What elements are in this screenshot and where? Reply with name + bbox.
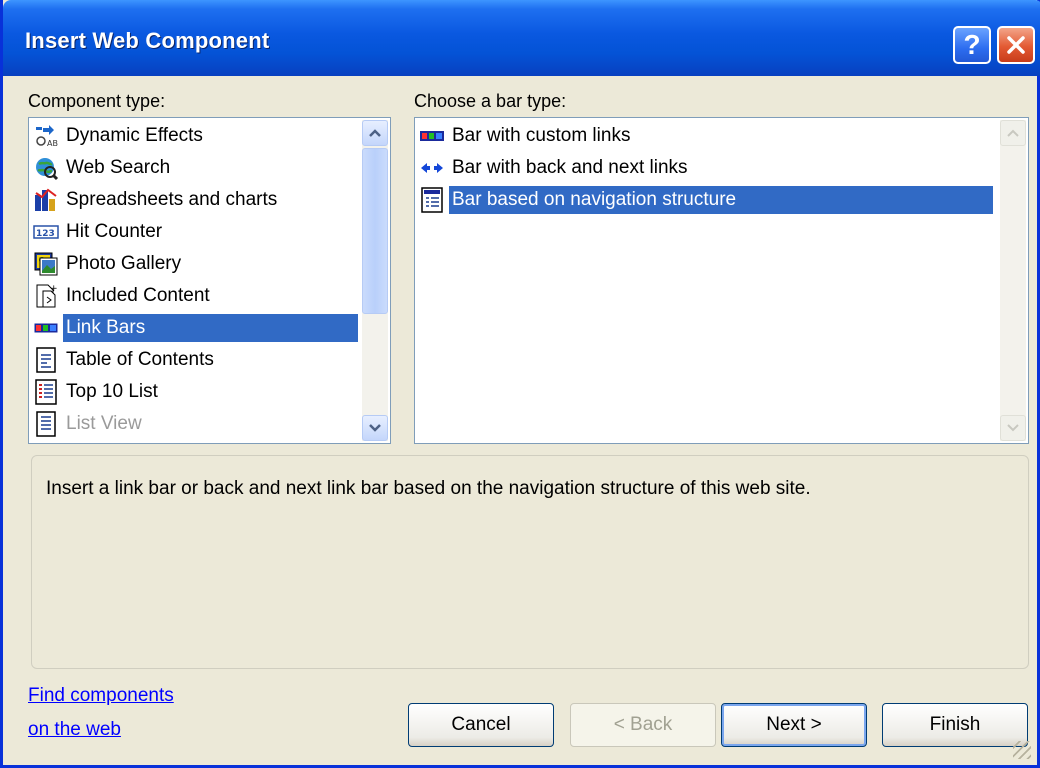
component-list-scrollbar[interactable] [362,120,388,441]
bar-type-scrollbar[interactable] [1000,120,1026,441]
description-text: Insert a link bar or back and next link … [46,478,811,499]
back-next-arrows-icon [419,155,445,181]
bar-scroll-up-button[interactable] [1000,120,1026,146]
help-icon: ? [963,29,981,60]
photo-gallery-icon [33,251,59,277]
hit-counter-icon: 123 [33,219,59,245]
list-item-web-search[interactable]: Web Search [33,154,173,182]
svg-text:+: + [50,284,58,294]
cancel-button[interactable]: Cancel [408,703,554,747]
chevron-down-icon [369,424,381,432]
link-bars-icon [33,315,59,341]
insert-web-component-dialog: Insert Web Component ? Component type: C… [0,0,1040,768]
bar-type-list[interactable]: Bar with custom links Bar with back and … [414,117,1029,444]
list-item-navigation-structure[interactable]: Bar based on navigation structure [419,186,993,214]
close-button[interactable] [997,26,1035,64]
finish-button[interactable]: Finish [882,703,1028,747]
list-item-list-view[interactable]: List View [33,410,145,438]
component-type-list[interactable]: AB Dynamic Effects Web Search Spreadshee… [28,117,391,444]
description-panel: Insert a link bar or back and next link … [31,455,1029,669]
dialog-title: Insert Web Component [25,28,270,53]
find-components-link[interactable]: Find components [28,685,174,707]
list-item-top-10-list[interactable]: Top 10 List [33,378,161,406]
bar-type-label: Choose a bar type: [414,91,567,111]
title-bar[interactable]: Insert Web Component ? [3,0,1040,76]
list-item-hit-counter[interactable]: 123 Hit Counter [33,218,165,246]
list-item-table-of-contents[interactable]: Table of Contents [33,346,217,374]
dynamic-effects-icon: AB [33,123,59,149]
close-icon [1007,36,1025,54]
spreadsheets-icon [33,187,59,213]
svg-text:AB: AB [47,139,58,148]
resize-grip[interactable] [1013,741,1031,759]
next-button[interactable]: Next > [721,703,867,747]
included-content-icon: + [33,283,59,309]
web-search-icon [33,155,59,181]
list-item-custom-links[interactable]: Bar with custom links [419,122,633,150]
chevron-up-icon [369,129,381,137]
back-button[interactable]: < Back [570,703,716,747]
component-type-label: Component type: [28,91,166,111]
bar-scroll-down-button[interactable] [1000,415,1026,441]
table-of-contents-icon [33,347,59,373]
svg-text:123: 123 [36,229,55,239]
scroll-down-button[interactable] [362,415,388,441]
list-item-photo-gallery[interactable]: Photo Gallery [33,250,184,278]
custom-links-bar-icon [419,123,445,149]
list-view-icon [33,411,59,437]
list-item-back-next-links[interactable]: Bar with back and next links [419,154,691,182]
help-button[interactable]: ? [953,26,991,64]
scroll-thumb[interactable] [362,148,388,314]
top-10-list-icon [33,379,59,405]
scroll-up-button[interactable] [362,120,388,146]
list-item-link-bars[interactable]: Link Bars [33,314,358,342]
list-item-included-content[interactable]: + Included Content [33,282,213,310]
list-item-dynamic-effects[interactable]: AB Dynamic Effects [33,122,206,150]
list-item-spreadsheets-and-charts[interactable]: Spreadsheets and charts [33,186,280,214]
chevron-up-icon [1007,129,1019,137]
navigation-structure-icon [419,187,445,213]
chevron-down-icon [1007,424,1019,432]
find-components-link-line2[interactable]: on the web [28,719,121,741]
